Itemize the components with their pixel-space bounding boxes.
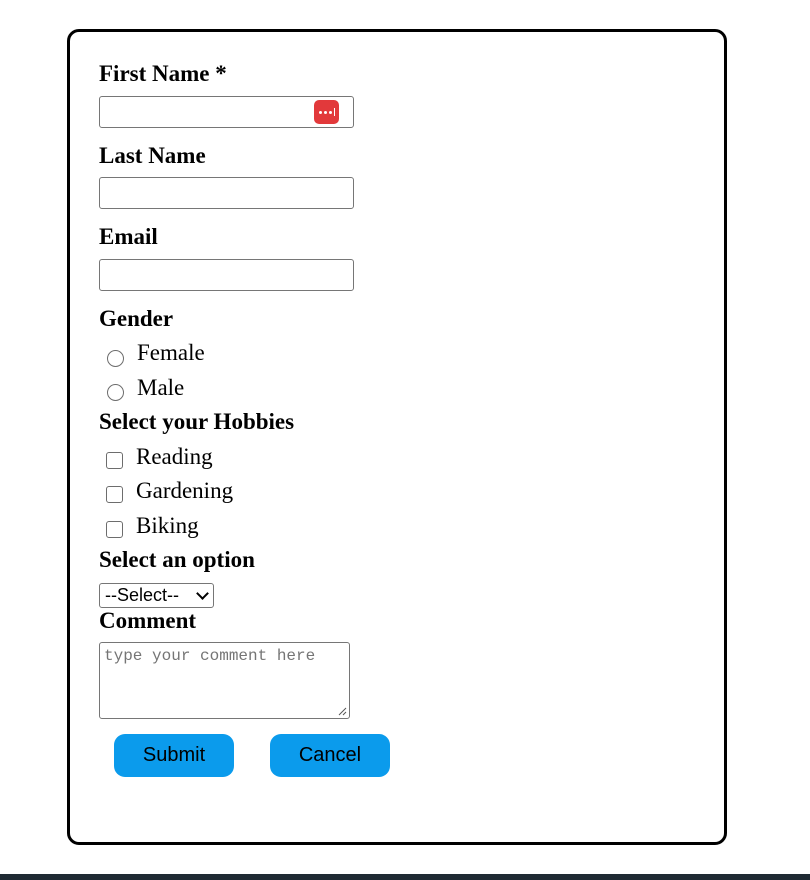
option-select-value: --Select-- [105, 585, 180, 605]
last-name-input[interactable] [99, 177, 354, 209]
gender-option-male: Male [137, 375, 185, 400]
hobby-checkbox-reading[interactable] [106, 452, 123, 469]
bottom-bar [0, 874, 810, 880]
comment-placeholder: type your comment here [104, 647, 316, 665]
page: First Name * Last Name Email Gender Fema… [0, 0, 810, 880]
comment-label: Comment [99, 608, 197, 633]
select-option-label: Select an option [99, 547, 255, 572]
email-input[interactable] [99, 259, 354, 291]
password-manager-icon[interactable] [314, 100, 339, 124]
resize-grip-icon[interactable] [337, 706, 347, 716]
hobby-option-reading: Reading [136, 444, 213, 469]
gender-option-female: Female [137, 340, 205, 365]
hobbies-label: Select your Hobbies [99, 409, 295, 434]
option-select[interactable]: --Select-- [99, 583, 214, 608]
email-label: Email [99, 224, 158, 249]
cancel-button[interactable]: Cancel [270, 734, 390, 777]
gender-radio-female[interactable] [107, 350, 124, 367]
last-name-label: Last Name [99, 143, 206, 168]
comment-textarea[interactable]: type your comment here [99, 642, 350, 719]
chevron-down-icon [196, 587, 209, 600]
first-name-label: First Name * [99, 61, 227, 86]
hobby-option-gardening: Gardening [136, 478, 234, 503]
hobby-checkbox-biking[interactable] [106, 521, 123, 538]
hobby-option-biking: Biking [136, 513, 199, 538]
hobby-checkbox-gardening[interactable] [106, 486, 123, 503]
gender-label: Gender [99, 306, 174, 331]
gender-radio-male[interactable] [107, 384, 124, 401]
submit-button[interactable]: Submit [114, 734, 234, 777]
